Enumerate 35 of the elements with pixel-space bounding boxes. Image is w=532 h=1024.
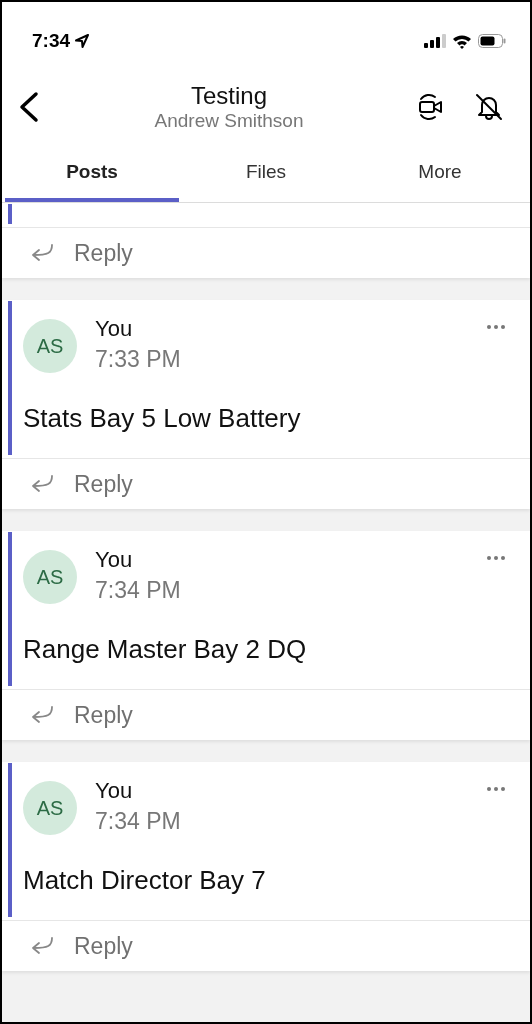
reply-button[interactable]: Reply [2,228,133,278]
signal-icon [424,34,446,48]
back-button[interactable] [18,91,40,123]
author-name: You [95,778,134,804]
video-call-icon[interactable] [418,92,444,122]
avatar: AS [23,319,77,373]
reply-arrow-icon [30,705,54,725]
more-options-icon[interactable] [486,786,506,792]
post-message: Range Master Bay 2 DQ [23,634,308,665]
status-time: 7:34 [32,30,71,52]
more-options-icon[interactable] [486,555,506,561]
tab[interactable]: More [353,142,527,202]
post-time: 7:34 PM [95,577,182,604]
post-time: 7:33 PM [95,346,182,373]
post-message: Stats Bay 5 Low Battery [23,403,302,434]
avatar: AS [23,550,77,604]
location-arrow-icon [74,33,91,49]
wifi-icon [452,33,472,49]
battery-icon [478,34,506,48]
tab[interactable]: Files [179,142,353,202]
reply-arrow-icon [30,936,54,956]
post-message: Match Director Bay 7 [23,865,267,896]
reply-button[interactable]: Reply [2,690,133,740]
channel-subtitle: Andrew Smithson [154,110,304,132]
reply-button[interactable]: Reply [2,459,133,509]
channel-title: Testing [190,82,267,110]
post-time: 7:34 PM [95,808,182,835]
author-name: You [95,547,134,573]
avatar: AS [23,781,77,835]
author-name: You [95,316,134,342]
bell-muted-icon[interactable] [474,92,504,122]
reply-arrow-icon [30,243,54,263]
more-options-icon[interactable] [486,324,506,330]
reply-arrow-icon [30,474,54,494]
reply-button[interactable]: Reply [2,921,133,971]
